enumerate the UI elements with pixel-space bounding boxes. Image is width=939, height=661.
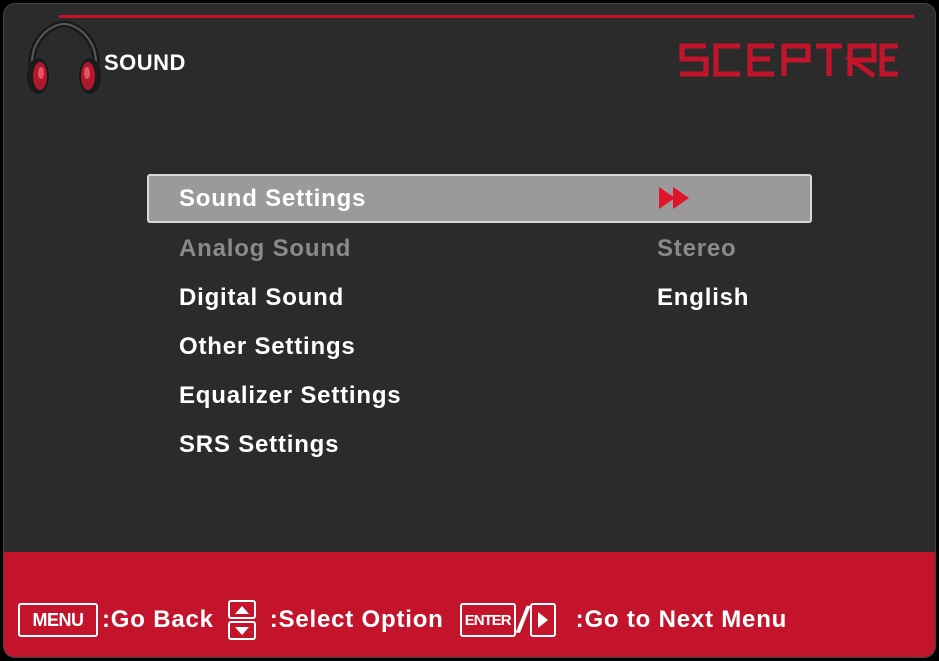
select-option-hint: :Select Option [269,606,444,633]
key-help-bar: MENU :Go Back :Select Option ENTER / :Go… [4,552,935,657]
menu-item-digital-sound[interactable]: Digital Sound English [147,274,812,323]
next-menu-hint: :Go to Next Menu [575,606,788,633]
menu-item-sound-settings[interactable]: Sound Settings [147,174,812,223]
down-arrow-icon [227,621,256,640]
menu-item-label: Sound Settings [179,185,367,212]
menu-item-label: Analog Sound [179,235,352,262]
menu-item-analog-sound: Analog Sound Stereo [147,225,812,274]
headphones-icon [27,20,101,94]
menu-item-value: English [657,284,750,311]
menu-item-equalizer-settings[interactable]: Equalizer Settings [147,372,812,421]
menu-item-label: Digital Sound [179,284,345,311]
up-down-key-icon [227,599,256,641]
menu-item-label: Equalizer Settings [179,382,402,409]
menu-header: SOUND [4,4,935,114]
menu-key-icon: MENU [18,603,98,637]
menu-item-srs-settings[interactable]: SRS Settings [147,421,812,470]
sound-menu-list: Sound Settings Analog Sound Stereo Digit… [147,174,812,470]
menu-item-value: Stereo [657,235,737,262]
menu-item-label: SRS Settings [179,431,340,458]
enter-key-icon: ENTER [459,603,516,637]
right-arrow-key-icon [529,603,556,637]
menu-item-label: Other Settings [179,333,356,360]
page-title: SOUND [104,50,186,75]
go-back-hint: :Go Back [102,606,214,633]
sound-menu-window: SOUND Sound Settings Analog Sound Stereo… [3,3,936,658]
key-help-row: MENU :Go Back :Select Option ENTER / :Go… [18,599,788,641]
menu-item-other-settings[interactable]: Other Settings [147,323,812,372]
menu-item-value [657,185,693,218]
sceptre-logo [679,43,898,79]
fast-forward-icon [659,187,689,209]
up-arrow-icon [227,600,256,619]
